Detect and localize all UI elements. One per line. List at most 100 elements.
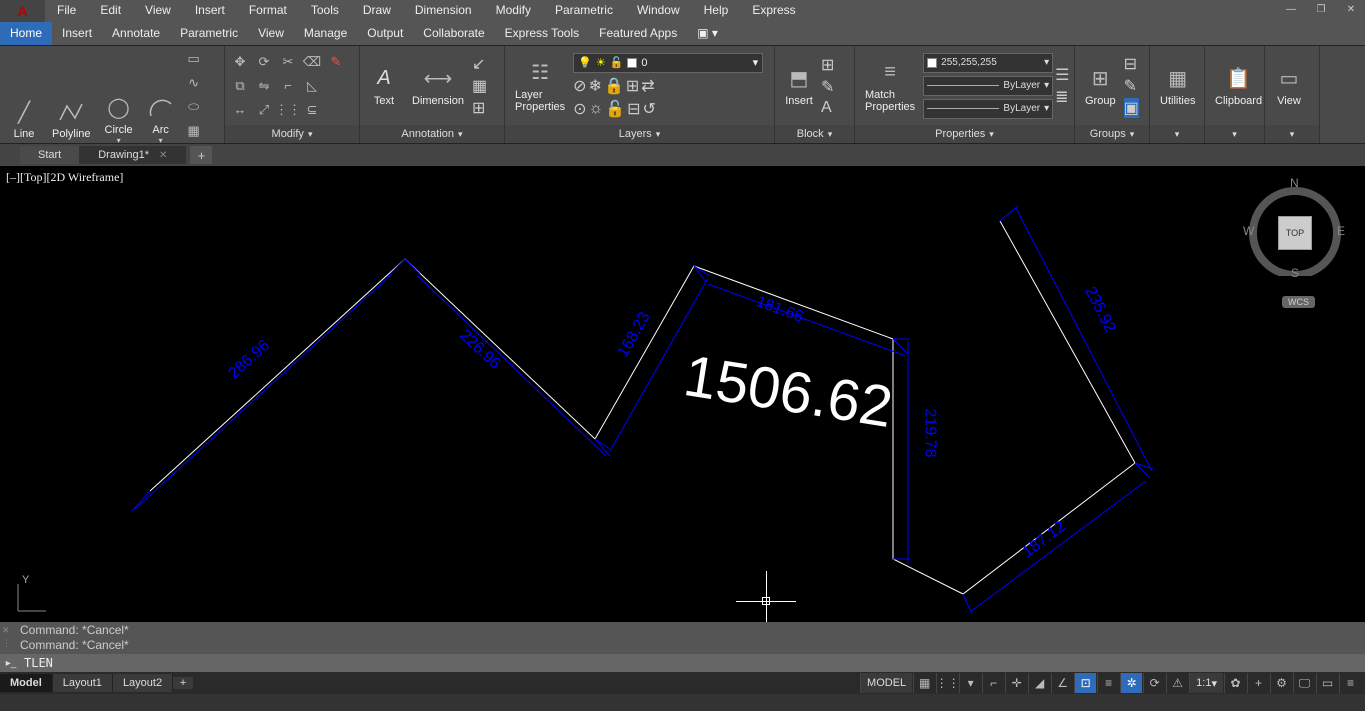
cmd-handle-icon[interactable]: ⋮ [2, 638, 11, 649]
layer-match-icon[interactable]: ⇄ [641, 76, 654, 96]
layer-on-icon[interactable]: ⊙ [573, 99, 586, 119]
prop-palette-icon[interactable]: ☰ [1055, 65, 1069, 85]
otrack-icon[interactable]: ∠ [1051, 673, 1073, 693]
command-line[interactable]: ▸_ [0, 654, 1365, 672]
ribbon-tab-insert[interactable]: Insert [52, 22, 102, 45]
ribbon-tab-view[interactable]: View [248, 22, 294, 45]
create-block-icon[interactable]: ⊞ [821, 55, 834, 75]
lineweight-combo[interactable]: ByLayer▾ [923, 99, 1053, 119]
ribbon-tab-featured-apps[interactable]: Featured Apps [589, 22, 687, 45]
ortho-drop-icon[interactable]: ▾ [959, 673, 981, 693]
prop-list-icon[interactable]: ≣ [1055, 87, 1069, 107]
rotate-icon[interactable]: ⟳ [253, 51, 275, 73]
group-edit-icon[interactable]: ✎ [1124, 76, 1139, 96]
menu-express[interactable]: Express [740, 0, 807, 22]
layout-tab-model[interactable]: Model [0, 674, 53, 692]
color-combo[interactable]: 255,255,255▾ [923, 53, 1053, 73]
linetype-combo[interactable]: ByLayer▾ [923, 76, 1053, 96]
viewcube-top[interactable]: TOP [1278, 216, 1312, 250]
add-tab-button[interactable]: + [190, 146, 212, 164]
field-icon[interactable]: ⊞ [472, 98, 487, 118]
dimension-button[interactable]: ⟷Dimension [406, 63, 470, 109]
ribbon-tab-home[interactable]: Home [0, 22, 52, 45]
layer-lock-icon[interactable]: 🔒 [604, 76, 624, 96]
layer-off-icon[interactable]: ⊘ [573, 76, 586, 96]
menu-draw[interactable]: Draw [351, 0, 403, 22]
erase-icon[interactable]: ⌫ [301, 51, 323, 73]
wcs-badge[interactable]: WCS [1282, 296, 1315, 308]
menu-help[interactable]: Help [692, 0, 741, 22]
scale-icon[interactable]: ⤢ [253, 99, 275, 121]
file-tab-drawing1[interactable]: Drawing1*✕ [80, 146, 186, 164]
command-input[interactable] [24, 656, 1361, 670]
annoscale-button[interactable]: 1:1 ▾ [1189, 673, 1223, 693]
utilities-button[interactable]: ▦Utilities [1154, 63, 1201, 109]
workspace-icon[interactable]: ⚙ [1270, 673, 1292, 693]
ribbon-tab-manage[interactable]: Manage [294, 22, 357, 45]
ribbon-tab-express-tools[interactable]: Express Tools [495, 22, 589, 45]
polar-icon[interactable]: ✛ [1005, 673, 1027, 693]
menu-dimension[interactable]: Dimension [403, 0, 484, 22]
annoscale-add-icon[interactable]: + [1247, 673, 1269, 693]
cmd-close-icon[interactable]: ✕ [2, 625, 11, 636]
hatch-icon[interactable]: ▦ [183, 120, 205, 142]
line-button[interactable]: ╱Line [4, 96, 44, 142]
viewcube[interactable]: N S W E TOP WCS [1245, 176, 1345, 296]
layer-thaw-icon[interactable]: ☼ [589, 100, 604, 118]
copy-icon[interactable]: ⧉ [229, 75, 251, 97]
ellipse-icon[interactable]: ⬭ [183, 96, 205, 118]
layer-prev-icon[interactable]: ↺ [643, 99, 656, 119]
chamfer-icon[interactable]: ◺ [301, 75, 323, 97]
clean-icon[interactable]: ▭ [1316, 673, 1338, 693]
ribbon-tab-annotate[interactable]: Annotate [102, 22, 170, 45]
edit-block-icon[interactable]: ✎ [821, 77, 834, 97]
grid-icon[interactable]: ▦ [913, 673, 935, 693]
offset-icon[interactable]: ⊆ [301, 99, 323, 121]
arc-button[interactable]: Arc▾ [141, 92, 181, 147]
menu-edit[interactable]: Edit [88, 0, 133, 22]
menu-parametric[interactable]: Parametric [543, 0, 625, 22]
minimize-button[interactable]: — [1277, 0, 1305, 18]
circle-button[interactable]: ◯Circle▾ [99, 92, 139, 147]
layer-properties-button[interactable]: ☷Layer Properties [509, 57, 571, 115]
ortho-icon[interactable]: ⌐ [982, 673, 1004, 693]
menu-modify[interactable]: Modify [484, 0, 543, 22]
array-icon[interactable]: ⋮⋮ [277, 99, 299, 121]
osnap-icon[interactable]: ⊡ [1074, 673, 1096, 693]
view-button[interactable]: ▭View [1269, 63, 1309, 109]
polyline-button[interactable]: Polyline [46, 96, 97, 142]
ungroup-icon[interactable]: ⊟ [1124, 54, 1139, 74]
close-tab-icon[interactable]: ✕ [159, 150, 167, 161]
attrib-icon[interactable]: A [821, 99, 834, 117]
move-icon[interactable]: ✥ [229, 51, 251, 73]
fillet-icon[interactable]: ⌐ [277, 75, 299, 97]
gear-icon[interactable]: ✿ [1224, 673, 1246, 693]
layer-unlock-icon[interactable]: 🔓 [605, 99, 625, 119]
ribbon-tab-output[interactable]: Output [357, 22, 413, 45]
iso-icon[interactable]: ◢ [1028, 673, 1050, 693]
customize-icon[interactable]: ≡ [1339, 673, 1361, 693]
spline-icon[interactable]: ∿ [183, 72, 205, 94]
clipboard-button[interactable]: 📋Clipboard [1209, 63, 1268, 109]
restore-button[interactable]: ❐ [1307, 0, 1335, 18]
add-layout-button[interactable]: + [173, 677, 193, 689]
file-tab-start[interactable]: Start [20, 146, 80, 164]
cycling-icon[interactable]: ⟳ [1143, 673, 1165, 693]
menu-insert[interactable]: Insert [183, 0, 237, 22]
menu-tools[interactable]: Tools [299, 0, 351, 22]
annomon-icon[interactable]: ⚠ [1166, 673, 1188, 693]
layer-uniso-icon[interactable]: ⊟ [627, 99, 640, 119]
ribbon-more-icon[interactable]: ▣ ▾ [687, 22, 728, 45]
snap-icon[interactable]: ⋮⋮ [936, 673, 958, 693]
match-properties-button[interactable]: ≡Match Properties [859, 57, 921, 115]
layout-tab-layout2[interactable]: Layout2 [113, 674, 173, 692]
menu-window[interactable]: Window [625, 0, 692, 22]
close-button[interactable]: ✕ [1337, 0, 1365, 18]
text-button[interactable]: AText [364, 63, 404, 109]
ribbon-tab-parametric[interactable]: Parametric [170, 22, 248, 45]
hardware-icon[interactable]: 🖵 [1293, 673, 1315, 693]
transparency-icon[interactable]: ✲ [1120, 673, 1142, 693]
group-button[interactable]: ⊞Group [1079, 63, 1122, 109]
layer-combo[interactable]: 💡 ☀ 🔓 0 ▾ [573, 53, 763, 73]
explode-icon[interactable]: ✎ [325, 51, 347, 73]
